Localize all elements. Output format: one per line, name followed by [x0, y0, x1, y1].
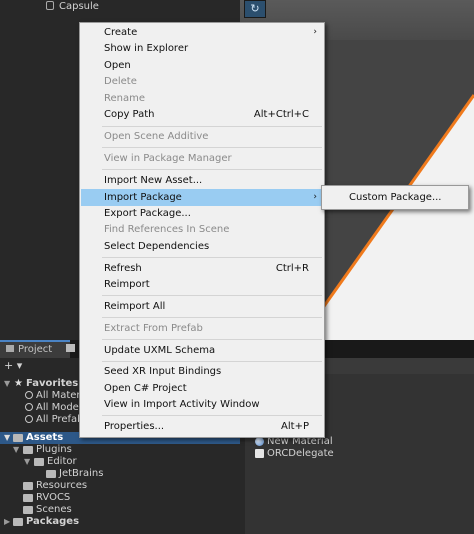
menu-item-export-package[interactable]: Export Package... [81, 205, 323, 222]
folder-icon [23, 482, 33, 490]
menu-item-reimport-all[interactable]: Reimport All [81, 298, 323, 315]
folder-icon [46, 470, 56, 478]
menu-item-create[interactable]: Create › [81, 24, 323, 41]
rotate-icon: ↻ [250, 2, 260, 15]
folder-icon [23, 506, 33, 514]
tree-item-plugins[interactable]: ▼ Plugins [0, 444, 245, 456]
hierarchy-item-label: Capsule [59, 1, 99, 12]
menu-item-rename[interactable]: Rename [81, 90, 323, 107]
menu-separator [102, 317, 322, 318]
menu-item-custom-package[interactable]: Custom Package... [323, 189, 467, 206]
tree-item-rvocs[interactable]: RVOCS [0, 492, 245, 504]
search-icon [25, 403, 33, 411]
menu-item-open-scene-additive[interactable]: Open Scene Additive [81, 128, 323, 145]
menu-item-properties[interactable]: Properties... Alt+P [81, 418, 323, 435]
expand-arrow-icon[interactable]: ▼ [4, 378, 10, 390]
expand-arrow-icon[interactable]: ▶ [4, 516, 10, 528]
gameobject-icon [46, 1, 54, 10]
import-package-submenu: Custom Package... [321, 185, 469, 210]
scene-rotate-button[interactable]: ↻ [244, 0, 266, 18]
menu-item-find-references-in-scene[interactable]: Find References In Scene [81, 221, 323, 238]
menu-item-reimport[interactable]: Reimport [81, 276, 323, 293]
script-icon [255, 449, 264, 458]
menu-separator [102, 415, 322, 416]
chevron-right-icon: › [313, 27, 317, 37]
menu-item-open-csharp-project[interactable]: Open C# Project [81, 380, 323, 397]
tab-project[interactable]: Project [0, 340, 70, 358]
menu-separator [102, 339, 322, 340]
folder-icon [6, 345, 14, 352]
menu-item-refresh[interactable]: Refresh Ctrl+R [81, 260, 323, 277]
menu-separator [102, 147, 322, 148]
tree-item-resources[interactable]: Resources [0, 480, 245, 492]
expand-arrow-icon[interactable]: ▼ [13, 444, 19, 456]
folder-icon [23, 494, 33, 502]
hierarchy-item-capsule[interactable]: Capsule [0, 0, 240, 14]
tree-item-jetbrains[interactable]: JetBrains [0, 468, 245, 480]
search-icon [25, 415, 33, 423]
menu-item-show-in-explorer[interactable]: Show in Explorer [81, 40, 323, 57]
menu-item-import-package[interactable]: Import Package › [81, 189, 323, 206]
tree-item-editor[interactable]: ▼ Editor [0, 456, 245, 468]
menu-item-extract-from-prefab[interactable]: Extract From Prefab [81, 320, 323, 337]
menu-item-open[interactable]: Open [81, 57, 323, 74]
menu-item-delete[interactable]: Delete [81, 73, 323, 90]
menu-separator [102, 257, 322, 258]
menu-item-copy-path[interactable]: Copy Path Alt+Ctrl+C [81, 106, 323, 123]
folder-icon [34, 458, 44, 466]
menu-item-select-dependencies[interactable]: Select Dependencies [81, 238, 323, 255]
star-icon: ★ [14, 378, 23, 389]
add-button[interactable]: + ▾ [4, 359, 22, 372]
folder-icon [13, 434, 23, 442]
menu-separator [102, 295, 322, 296]
material-icon [255, 437, 264, 446]
search-icon [25, 391, 33, 399]
tree-item-packages[interactable]: ▶ Packages [0, 516, 245, 528]
menu-item-view-in-package-manager[interactable]: View in Package Manager [81, 150, 323, 167]
expand-arrow-icon[interactable]: ▼ [24, 456, 30, 468]
menu-item-update-uxml-schema[interactable]: Update UXML Schema [81, 342, 323, 359]
chevron-right-icon: › [313, 192, 317, 202]
context-menu: Create › Show in Explorer Open Delete Ren… [79, 22, 325, 438]
folder-icon [23, 446, 33, 454]
menu-separator [102, 169, 322, 170]
console-tab-icon[interactable] [66, 344, 75, 352]
expand-arrow-icon[interactable]: ▼ [4, 432, 10, 444]
menu-separator [102, 126, 322, 127]
menu-item-seed-xr-input-bindings[interactable]: Seed XR Input Bindings [81, 363, 323, 380]
folder-icon [13, 518, 23, 526]
tree-item-scenes[interactable]: Scenes [0, 504, 245, 516]
menu-separator [102, 361, 322, 362]
menu-item-import-new-asset[interactable]: Import New Asset... [81, 172, 323, 189]
menu-item-view-in-import-activity-window[interactable]: View in Import Activity Window [81, 396, 323, 413]
